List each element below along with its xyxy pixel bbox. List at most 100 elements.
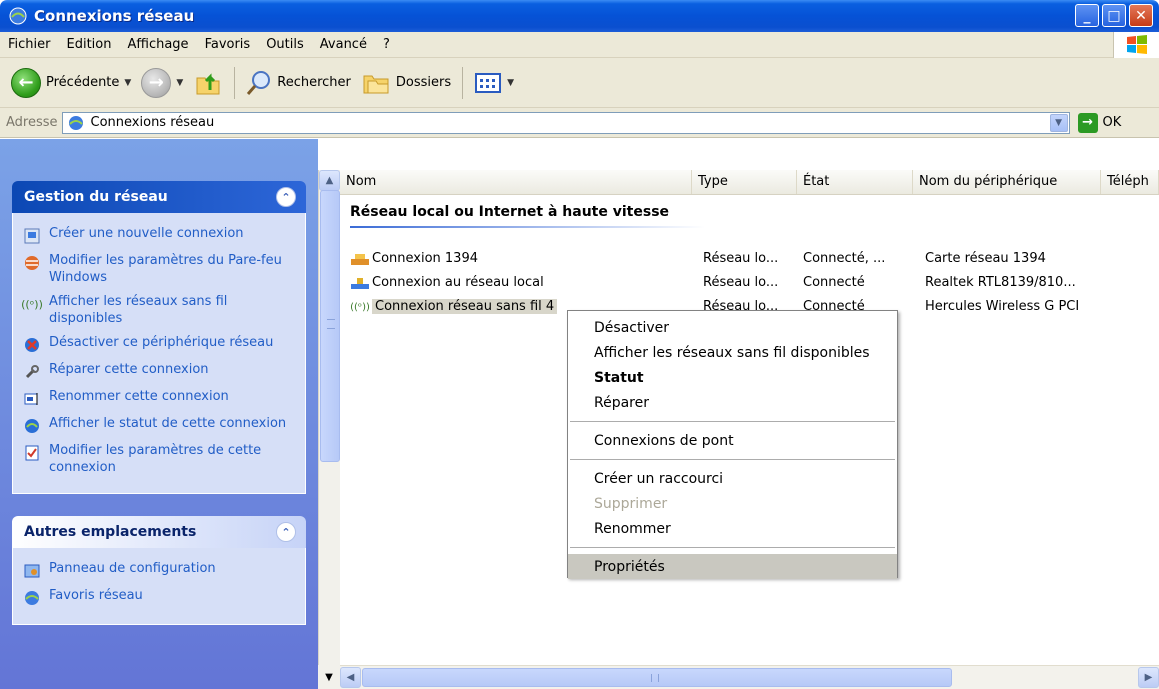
task-create-connection[interactable]: Créer une nouvelle connexion — [23, 225, 297, 245]
task-pane: Gestion du réseau ⌃ Créer une nouvelle c… — [0, 139, 318, 689]
title-bar: Connexions réseau _ □ ✕ — [0, 0, 1159, 32]
minimize-button[interactable]: _ — [1075, 4, 1099, 27]
go-button[interactable]: → OK — [1077, 112, 1121, 133]
back-dropdown-icon[interactable]: ▼ — [124, 78, 131, 88]
place-label: Panneau de configuration — [49, 561, 216, 576]
task-rename-connection[interactable]: Renommer cette connexion — [23, 388, 297, 408]
firewall-icon — [23, 254, 41, 272]
column-phone[interactable]: Téléph — [1101, 170, 1159, 194]
folders-button[interactable]: Dossiers — [356, 63, 456, 103]
wireless-icon: ((ᵒ)) — [21, 297, 43, 311]
task-label: Modifier les paramètres du Pare-feu Wind… — [49, 253, 282, 285]
control-panel-icon — [23, 562, 41, 580]
horizontal-scrollbar[interactable]: ◀ ▶ — [340, 665, 1159, 689]
search-button[interactable]: Rechercher — [241, 63, 356, 103]
address-input[interactable]: Connexions réseau ▼ — [61, 111, 1070, 134]
menu-bridge[interactable]: Connexions de pont — [568, 428, 897, 453]
menu-favorites[interactable]: Favoris — [197, 37, 259, 52]
go-arrow-icon: → — [1077, 112, 1098, 133]
connection-type: Réseau lo... — [703, 275, 779, 290]
connection-type: Réseau lo... — [703, 251, 779, 266]
views-dropdown-icon[interactable]: ▼ — [507, 78, 514, 88]
vertical-scrollbar[interactable]: ▲ — [318, 170, 340, 689]
context-menu: Désactiver Afficher les réseaux sans fil… — [567, 310, 898, 579]
connection-row[interactable]: Connexion au réseau local Réseau lo... C… — [340, 272, 1159, 294]
up-folder-button[interactable] — [188, 63, 228, 103]
task-repair-connection[interactable]: Réparer cette connexion — [23, 361, 297, 381]
scroll-thumb[interactable] — [362, 668, 952, 687]
menu-status[interactable]: Statut — [568, 365, 897, 390]
scroll-up-icon[interactable]: ▲ — [319, 170, 340, 191]
task-disable-device[interactable]: Désactiver ce périphérique réseau — [23, 334, 297, 354]
connection-device: Carte réseau 1394 — [925, 251, 1046, 266]
menu-properties[interactable]: Propriétés — [568, 554, 897, 579]
settings-icon — [23, 444, 41, 462]
forward-dropdown-icon[interactable]: ▼ — [176, 78, 183, 88]
column-state[interactable]: État — [797, 170, 913, 194]
other-places-header[interactable]: Autres emplacements ⌃ — [12, 516, 306, 548]
task-label: Créer une nouvelle connexion — [49, 226, 244, 241]
task-label: Modifier les paramètres de cette connexi… — [49, 443, 262, 475]
forward-button[interactable]: → ▼ — [136, 63, 188, 103]
disable-device-icon — [23, 336, 41, 354]
task-label: Réparer cette connexion — [49, 362, 209, 377]
menu-separator — [570, 459, 895, 460]
close-button[interactable]: ✕ — [1129, 4, 1153, 27]
menu-help[interactable]: ? — [375, 37, 398, 52]
back-button[interactable]: ← Précédente ▼ — [6, 63, 136, 103]
menu-repair[interactable]: Réparer — [568, 390, 897, 415]
wireless-icon: ((ᵒ)) — [350, 301, 370, 313]
scroll-down-icon[interactable]: ▼ — [318, 665, 340, 689]
menu-rename[interactable]: Renommer — [568, 516, 897, 541]
scroll-thumb[interactable] — [320, 190, 340, 462]
menu-advanced[interactable]: Avancé — [312, 37, 375, 52]
connection-name: Connexion réseau sans fil 4 — [372, 299, 558, 314]
place-label: Favoris réseau — [49, 588, 143, 603]
maximize-button[interactable]: □ — [1102, 4, 1126, 27]
connection-name: Connexion au réseau local — [372, 275, 544, 290]
network-places-icon — [23, 589, 41, 607]
task-firewall-settings[interactable]: Modifier les paramètres du Pare-feu Wind… — [23, 252, 297, 286]
menu-separator — [570, 421, 895, 422]
network-tasks-header[interactable]: Gestion du réseau ⌃ — [12, 181, 306, 213]
connection-state: Connecté — [803, 275, 865, 290]
menu-view-wireless[interactable]: Afficher les réseaux sans fil disponible… — [568, 340, 897, 365]
new-connection-icon — [23, 227, 41, 245]
back-arrow-icon: ← — [11, 67, 41, 98]
address-label: Adresse — [6, 115, 58, 130]
menu-edit[interactable]: Edition — [59, 37, 120, 52]
network-tasks-panel: Gestion du réseau ⌃ Créer une nouvelle c… — [12, 181, 306, 494]
menu-disable[interactable]: Désactiver — [568, 315, 897, 340]
repair-icon — [23, 363, 41, 381]
network-connections-icon — [9, 7, 27, 25]
task-label: Désactiver ce périphérique réseau — [49, 335, 274, 350]
menu-create-shortcut[interactable]: Créer un raccourci — [568, 466, 897, 491]
column-device[interactable]: Nom du périphérique — [913, 170, 1101, 194]
column-type[interactable]: Type — [692, 170, 797, 194]
collapse-icon[interactable]: ⌃ — [276, 522, 296, 542]
scroll-right-icon[interactable]: ▶ — [1138, 667, 1159, 688]
place-network-places[interactable]: Favoris réseau — [23, 587, 297, 607]
address-dropdown-icon[interactable]: ▼ — [1049, 113, 1068, 132]
menu-separator — [570, 547, 895, 548]
search-label: Rechercher — [277, 75, 351, 90]
views-button[interactable]: ▼ — [469, 63, 519, 103]
menu-tools[interactable]: Outils — [258, 37, 312, 52]
network-connections-icon — [68, 115, 83, 130]
connection-1394-icon — [350, 250, 370, 268]
column-name[interactable]: Nom — [340, 170, 692, 194]
task-change-settings[interactable]: Modifier les paramètres de cette connexi… — [23, 442, 297, 476]
place-control-panel[interactable]: Panneau de configuration — [23, 560, 297, 580]
task-view-wireless[interactable]: ((ᵒ)) Afficher les réseaux sans fil disp… — [21, 293, 297, 327]
menu-view[interactable]: Affichage — [119, 37, 196, 52]
other-places-title: Autres emplacements — [24, 524, 197, 540]
network-tasks-title: Gestion du réseau — [24, 189, 168, 205]
collapse-icon[interactable]: ⌃ — [276, 187, 296, 207]
task-view-status[interactable]: Afficher le statut de cette connexion — [23, 415, 297, 435]
connection-name: Connexion 1394 — [372, 251, 478, 266]
connection-row[interactable]: Connexion 1394 Réseau lo... Connecté, ..… — [340, 248, 1159, 270]
menu-file[interactable]: Fichier — [0, 37, 59, 52]
windows-logo-icon — [1113, 32, 1159, 58]
group-divider — [350, 226, 705, 228]
scroll-left-icon[interactable]: ◀ — [340, 667, 361, 688]
